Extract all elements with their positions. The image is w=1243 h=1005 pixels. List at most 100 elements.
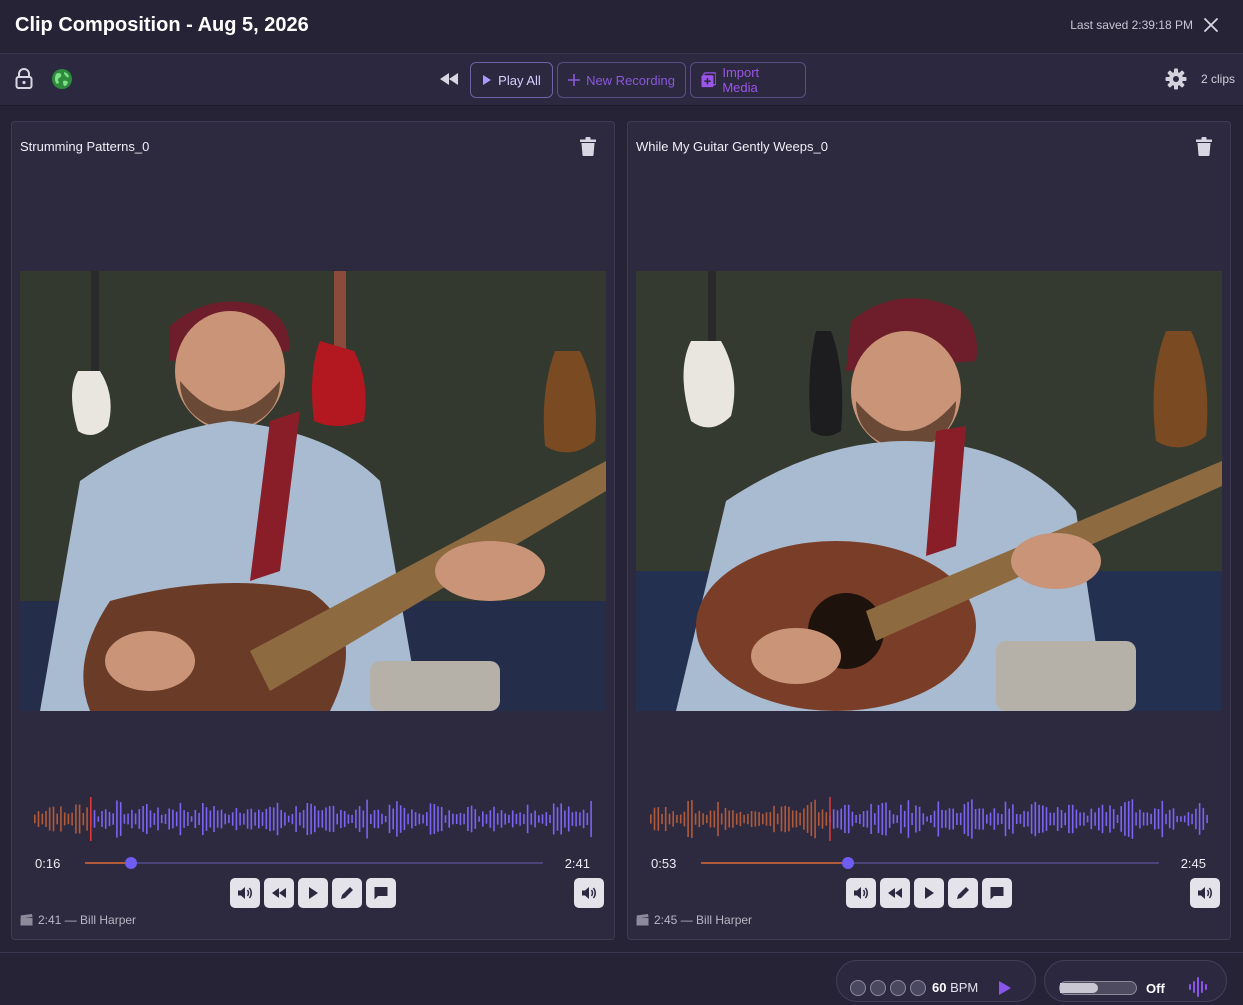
waveform-bar: [855, 815, 857, 823]
waveform-bar: [470, 805, 473, 833]
waveform-bar: [1053, 812, 1055, 826]
public-visibility-button[interactable]: [49, 66, 75, 92]
waveform-bar: [825, 812, 828, 826]
waveform-bar: [952, 808, 954, 830]
waveform-bar: [336, 813, 338, 825]
clip-volume-button[interactable]: [574, 878, 604, 908]
waveform-bar: [160, 814, 163, 824]
volume-button[interactable]: [846, 878, 876, 908]
edit-button[interactable]: [948, 878, 978, 908]
comment-button[interactable]: [366, 878, 396, 908]
clip-volume-button[interactable]: [1190, 878, 1220, 908]
waveform-bar: [1168, 809, 1171, 829]
waveform-bar: [918, 806, 921, 832]
video-player[interactable]: [20, 271, 606, 711]
waveform-bar: [325, 807, 327, 831]
playhead: [829, 797, 831, 841]
import-media-button[interactable]: Import Media: [690, 62, 806, 98]
audio-wave-icon: [1189, 977, 1207, 997]
waveform-bar: [1071, 804, 1074, 834]
waveform-bar: [866, 810, 869, 828]
monitor-level-slider[interactable]: [1059, 981, 1137, 995]
settings-button[interactable]: [1163, 66, 1189, 92]
waveform-bar: [496, 813, 499, 825]
lock-button[interactable]: [11, 66, 37, 92]
play-button[interactable]: [298, 878, 328, 908]
waveform-bar: [485, 814, 488, 824]
seek-handle[interactable]: [841, 857, 854, 869]
waveform-bar: [1019, 814, 1022, 824]
rewind-button[interactable]: [880, 878, 910, 908]
waveform-bar: [235, 808, 238, 831]
waveform-bar: [302, 810, 305, 829]
new-recording-button[interactable]: New Recording: [557, 62, 686, 98]
waveform-bar: [112, 813, 114, 825]
seek-slider[interactable]: [701, 854, 1159, 872]
delete-clip-button[interactable]: [1196, 137, 1214, 157]
metronome-play-button[interactable]: [998, 980, 1014, 998]
seek-slider[interactable]: [85, 854, 543, 872]
waveform-bar: [877, 805, 880, 834]
waveform-bar: [284, 812, 286, 826]
waveform-bar: [534, 810, 536, 828]
waveform-bar: [896, 815, 898, 823]
delete-clip-button[interactable]: [580, 137, 598, 157]
waveform-bar: [183, 810, 185, 828]
play-icon: [999, 981, 1011, 995]
waveform-bar: [321, 810, 324, 828]
video-frame: [20, 271, 606, 711]
seek-handle[interactable]: [124, 857, 137, 869]
waveform-bar: [795, 810, 798, 828]
waveform-bar: [560, 803, 562, 835]
waveform-bar: [1127, 801, 1130, 837]
waveform-bar: [773, 805, 775, 833]
waveform-bar: [956, 813, 958, 825]
monitor-toggle-button[interactable]: [1188, 976, 1210, 998]
waveform-bar: [668, 813, 671, 825]
waveform-bar: [810, 802, 813, 836]
waveform-bar: [418, 813, 421, 825]
waveform-bar: [818, 812, 820, 826]
volume-button[interactable]: [230, 878, 260, 908]
play-icon: [483, 75, 492, 85]
waveform-bar: [944, 810, 947, 828]
waveform-bar: [1195, 808, 1197, 830]
waveform-bar: [750, 811, 753, 827]
waveform-bar: [67, 813, 70, 825]
seek-progress: [85, 862, 131, 864]
rewind-button[interactable]: [264, 878, 294, 908]
play-button[interactable]: [914, 878, 944, 908]
waveform-bar: [814, 799, 816, 839]
waveform-bar: [265, 808, 268, 830]
waveform[interactable]: [648, 797, 1212, 841]
waveform-bar: [202, 803, 204, 835]
rewind-all-button[interactable]: [436, 66, 462, 92]
waveform-bar: [370, 814, 372, 824]
close-button[interactable]: [1201, 15, 1221, 35]
waveform-bar: [971, 799, 973, 839]
waveform-bar: [493, 806, 495, 832]
waveform-bar: [888, 810, 891, 828]
waveform-bar: [272, 807, 275, 831]
waveform-bar: [1012, 804, 1014, 834]
waveform-bar: [739, 811, 742, 827]
waveform-bar: [1198, 803, 1201, 835]
waveform-bar: [579, 812, 581, 826]
waveform-bar: [41, 813, 44, 825]
current-time: 0:16: [35, 856, 61, 871]
waveform-bar: [672, 811, 674, 827]
footer-bar: 60 BPM Off: [0, 952, 1243, 1005]
waveform-bar: [500, 810, 503, 828]
play-all-button[interactable]: Play All: [470, 62, 553, 98]
beat-indicator: [870, 980, 886, 996]
waveform[interactable]: [32, 797, 596, 841]
waveform-bar: [1038, 804, 1040, 834]
waveform-bar: [586, 812, 589, 825]
edit-button[interactable]: [332, 878, 362, 908]
waveform-bar: [269, 806, 271, 832]
comment-button[interactable]: [982, 878, 1012, 908]
bpm-display[interactable]: 60 BPM: [932, 980, 978, 995]
video-player[interactable]: [636, 271, 1222, 711]
waveform-bar: [261, 812, 264, 826]
waveform-bar: [1146, 812, 1149, 826]
